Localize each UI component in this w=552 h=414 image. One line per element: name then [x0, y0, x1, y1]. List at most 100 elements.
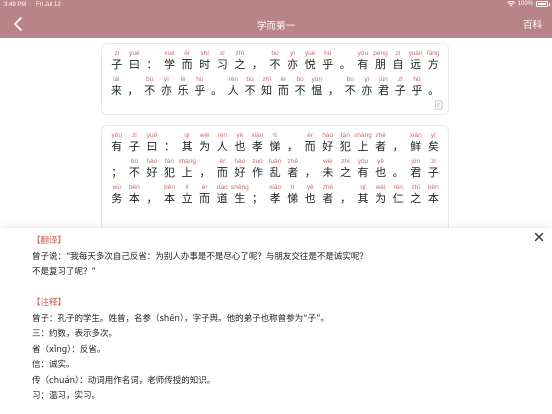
character-cell[interactable]: ， [302, 157, 320, 180]
character-cell[interactable]: shí 时 [196, 49, 214, 72]
character-cell[interactable]: ， [389, 131, 407, 154]
character-cell[interactable]: ér 而 [275, 75, 292, 98]
character-cell[interactable]: zuò 作 [249, 157, 267, 180]
close-button[interactable] [532, 230, 546, 244]
character-cell[interactable]: wèi 未 [319, 157, 337, 180]
character-cell[interactable]: shēng 生 [231, 183, 249, 206]
character-cell[interactable]: yǒu 有 [354, 49, 372, 72]
character-cell[interactable]: yǐ 矣 [425, 131, 443, 154]
character-cell[interactable]: yǒu 有 [354, 157, 372, 180]
character-cell[interactable]: lái 来 [108, 75, 125, 98]
character-cell[interactable]: hū 乎 [319, 49, 337, 72]
character-cell[interactable]: wù 务 [108, 183, 126, 206]
character-cell[interactable]: tì 悌 [266, 131, 284, 154]
character-cell[interactable]: běn 本 [425, 183, 443, 206]
character-cell[interactable]: hào 好 [143, 157, 161, 180]
character-cell[interactable]: rén 人 [225, 75, 242, 98]
character-cell[interactable]: zǐ 子 [126, 131, 144, 154]
character-cell[interactable]: ér 而 [301, 131, 319, 154]
character-cell[interactable]: hū 乎 [409, 75, 426, 98]
character-cell[interactable]: ， [196, 157, 214, 180]
character-cell[interactable]: jūn 君 [375, 75, 392, 98]
character-cell[interactable]: zhī 之 [407, 183, 425, 206]
character-cell[interactable]: yě 也 [302, 183, 320, 206]
character-cell[interactable]: zǐ 子 [392, 75, 409, 98]
character-cell[interactable]: jūn 君 [407, 157, 425, 180]
character-cell[interactable]: bú 不 [292, 75, 309, 98]
note-icon[interactable] [434, 100, 444, 110]
character-cell[interactable]: bú 不 [141, 75, 158, 98]
character-cell[interactable]: yuē 曰 [143, 131, 161, 154]
character-cell[interactable]: lè 乐 [175, 75, 192, 98]
character-cell[interactable]: xiào 孝 [266, 183, 284, 206]
character-cell[interactable]: hào 好 [319, 131, 337, 154]
character-cell[interactable]: wéi 为 [372, 183, 390, 206]
character-cell[interactable]: ér 而 [196, 183, 214, 206]
character-cell[interactable]: 。 [337, 49, 355, 72]
character-cell[interactable]: yǒu 有 [108, 131, 126, 154]
character-cell[interactable]: ； [108, 157, 126, 180]
encyclopedia-button[interactable]: 百科 [523, 17, 542, 31]
character-cell[interactable]: 。 [425, 75, 442, 98]
character-cell[interactable]: yuǎn 远 [407, 49, 425, 72]
character-cell[interactable]: xí 习 [213, 49, 231, 72]
character-cell[interactable]: rén 仁 [389, 183, 407, 206]
character-cell[interactable]: fāng 方 [424, 49, 442, 72]
character-cell[interactable]: wéi 为 [196, 131, 214, 154]
character-cell[interactable]: qí 其 [354, 183, 372, 206]
character-cell[interactable]: 。 [208, 75, 225, 98]
character-cell[interactable]: yě 也 [372, 157, 390, 180]
passage-card[interactable]: yǒu 有 zǐ 子 yuē 曰： qí 其 wéi 为 rén 人 yě 也 xiào 孝 tì 悌， ér 而 hà… [101, 125, 449, 228]
character-cell[interactable]: bù 不 [242, 75, 259, 98]
character-cell[interactable]: ér 而 [178, 49, 196, 72]
character-cell[interactable]: ， [125, 75, 142, 98]
character-cell[interactable]: běn 本 [126, 183, 144, 206]
character-cell[interactable]: ， [284, 131, 302, 154]
character-cell[interactable]: tì 悌 [284, 183, 302, 206]
character-cell[interactable]: ， [143, 183, 161, 206]
character-cell[interactable]: yě 也 [231, 131, 249, 154]
character-cell[interactable]: yì 亦 [359, 75, 376, 98]
character-cell[interactable]: ： [143, 49, 161, 72]
character-cell[interactable]: 。 [389, 157, 407, 180]
character-cell[interactable]: fàn 犯 [161, 157, 179, 180]
character-cell[interactable]: luàn 乱 [266, 157, 284, 180]
character-cell[interactable]: ， [337, 183, 355, 206]
character-cell[interactable]: dào 道 [213, 183, 231, 206]
character-cell[interactable]: ， [325, 75, 342, 98]
character-cell[interactable]: bù 不 [266, 49, 284, 72]
character-cell[interactable]: zhī 之 [337, 157, 355, 180]
character-cell[interactable]: zhī 知 [258, 75, 275, 98]
character-cell[interactable]: qí 其 [178, 131, 196, 154]
character-cell[interactable]: xiào 孝 [249, 131, 267, 154]
character-cell[interactable]: ； [249, 183, 267, 206]
character-cell[interactable]: zì 自 [389, 49, 407, 72]
character-cell[interactable]: rén 人 [213, 131, 231, 154]
character-cell[interactable]: xué 学 [161, 49, 179, 72]
character-cell[interactable]: bù 不 [126, 157, 144, 180]
character-cell[interactable]: shàng 上 [354, 131, 372, 154]
character-cell[interactable]: yuē 曰 [126, 49, 144, 72]
character-cell[interactable]: ： [161, 131, 179, 154]
character-cell[interactable]: xiǎn 鲜 [407, 131, 425, 154]
character-cell[interactable]: zǐ 子 [108, 49, 126, 72]
character-cell[interactable]: hū 乎 [192, 75, 209, 98]
character-cell[interactable]: yì 亦 [284, 49, 302, 72]
character-cell[interactable]: yùn 愠 [308, 75, 325, 98]
character-cell[interactable]: bú 不 [342, 75, 359, 98]
character-cell[interactable]: lì 立 [178, 183, 196, 206]
passage-card[interactable]: zǐ 子 yuē 曰： xué 学 ér 而 shí 时 xí 习 zhī 之， bù 不 yì 亦 yuè 悦 hū 乎… [101, 43, 449, 115]
character-cell[interactable]: zhě 者 [319, 183, 337, 206]
character-cell[interactable]: ， [249, 49, 267, 72]
character-cell[interactable]: yuè 悦 [301, 49, 319, 72]
character-cell[interactable]: hào 好 [231, 157, 249, 180]
character-cell[interactable]: zhī 之 [231, 49, 249, 72]
character-cell[interactable]: zhě 者 [372, 131, 390, 154]
character-cell[interactable]: ér 而 [214, 157, 232, 180]
character-cell[interactable]: yì 亦 [158, 75, 175, 98]
character-cell[interactable]: zhě 者 [284, 157, 302, 180]
character-cell[interactable]: péng 朋 [372, 49, 390, 72]
character-cell[interactable]: fàn 犯 [337, 131, 355, 154]
character-cell[interactable]: zǐ 子 [425, 157, 443, 180]
character-cell[interactable]: shàng 上 [178, 157, 196, 180]
